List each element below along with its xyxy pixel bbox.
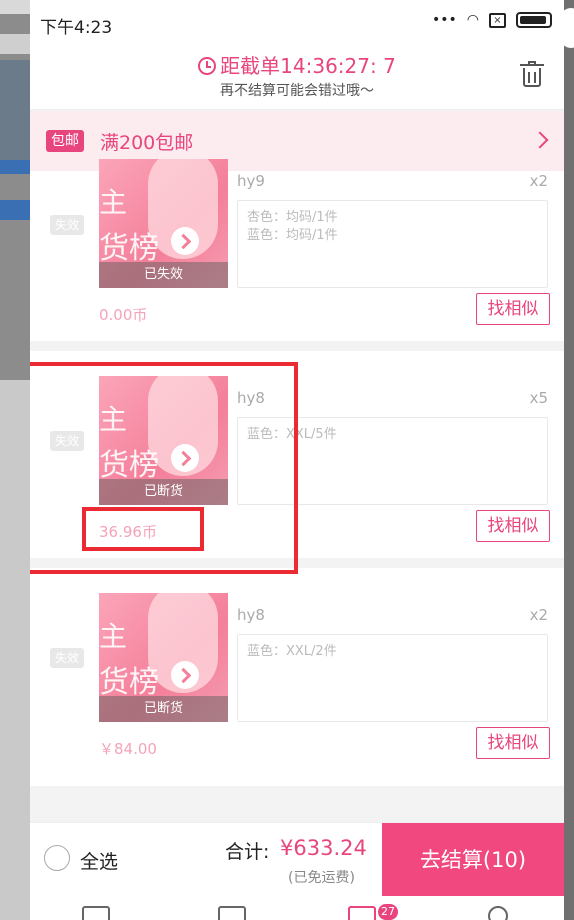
trash-icon[interactable] [520, 61, 544, 88]
total-value: ¥633.24 [280, 836, 367, 860]
cart-icon[interactable] [348, 906, 376, 920]
wifi-icon: ◠ [466, 12, 479, 28]
item-name: hy9 [237, 172, 265, 190]
background-edge [560, 0, 574, 920]
signal-icon: ••• [432, 12, 457, 28]
shipping-badge: 包邮 [46, 130, 84, 152]
checkout-button[interactable]: 去结算(10) [382, 823, 564, 897]
spec-line: 杏色：均码/1件 [247, 210, 338, 225]
invalid-tag: 失效 [50, 215, 84, 235]
clock-icon [198, 57, 217, 75]
select-all-checkbox[interactable] [44, 845, 70, 871]
total-label: 合计: [225, 841, 270, 863]
product-thumbnail[interactable]: 主 货榜 已断货 [99, 593, 228, 722]
checkout-bar: 全选 合计: ¥633.24 (已免运费) 去结算(10) [30, 822, 564, 897]
profile-icon[interactable] [488, 906, 508, 920]
item-quantity: x2 [529, 172, 548, 190]
status-time: 下午4:23 [40, 18, 113, 38]
tab-bar [30, 896, 564, 920]
shipping-text: 满200包邮 [100, 132, 194, 154]
spec-box: 杏色：均码/1件 蓝色：均码/1件 [237, 200, 548, 288]
cart-count-badge: 27 [378, 904, 398, 920]
arrow-circle-icon [171, 661, 199, 689]
deadline-text: 距截单14:36:27: 7 [220, 54, 396, 78]
item-status: 已失效 [99, 262, 228, 288]
select-all-label[interactable]: 全选 [80, 847, 118, 874]
find-similar-button[interactable]: 找相似 [476, 510, 550, 542]
deadline-subtitle: 再不结算可能会错过哦～ [220, 83, 374, 99]
product-thumbnail[interactable]: 主 货榜 已失效 [99, 159, 228, 288]
item-quantity: x2 [529, 606, 548, 624]
invalid-tag: 失效 [50, 648, 84, 668]
spec-line: 蓝色：均码/1件 [247, 228, 338, 243]
battery-icon [516, 12, 552, 28]
item-name: hy8 [237, 606, 265, 624]
item-price: ￥84.00 [99, 740, 157, 758]
sim-icon: × [489, 12, 506, 28]
cart-item: 失效 主 货榜 已失效 hy9 x2 杏色：均码/1件 蓝色：均码/1件 0.0… [30, 159, 564, 341]
find-similar-button[interactable]: 找相似 [476, 727, 550, 759]
arrow-circle-icon [171, 227, 199, 255]
calendar-icon[interactable] [82, 906, 110, 920]
find-similar-button[interactable]: 找相似 [476, 293, 550, 325]
spec-line: 蓝色：XXL/2件 [247, 644, 337, 659]
item-status: 已断货 [99, 696, 228, 722]
background-window [0, 0, 30, 920]
deadline-countdown: 距截单14:36:27: 7 [30, 50, 564, 79]
cart-item: 失效 主 货榜 已断货 hy8 x2 蓝色：XXL/2件 ￥84.00 找相似 [30, 568, 564, 786]
item-price: 0.00币 [99, 306, 148, 324]
highlight-box-price [82, 507, 204, 551]
cart-header: 距截单14:36:27: 7 再不结算可能会错过哦～ [30, 44, 564, 110]
free-shipping-note: (已免运费) [288, 870, 355, 886]
chevron-right-icon [531, 131, 549, 149]
grid-icon[interactable] [218, 906, 246, 920]
spec-box: 蓝色：XXL/2件 [237, 634, 548, 722]
status-icons: ••• ◠ × [432, 12, 552, 28]
phone-screen: 下午4:23 ••• ◠ × 距截单14:36:27: 7 再不结算可能会错过哦… [30, 0, 564, 920]
status-bar: 下午4:23 ••• ◠ × [30, 0, 564, 44]
item-quantity: x5 [529, 389, 548, 407]
